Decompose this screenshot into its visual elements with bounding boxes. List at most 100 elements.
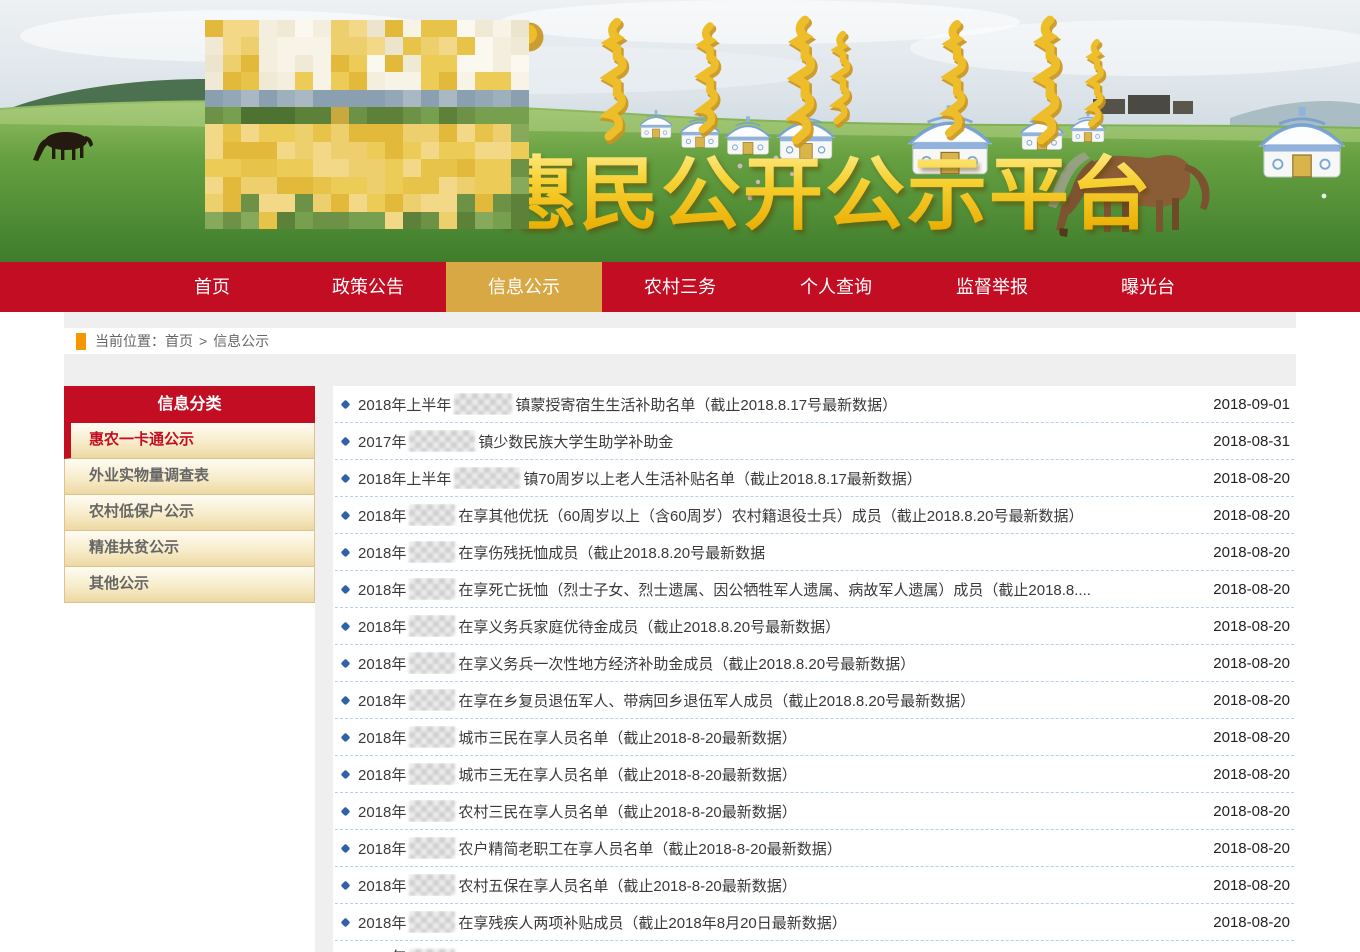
item-date: 2018-08-20	[1213, 507, 1294, 524]
item-title[interactable]: 2018年在享义务兵家庭优待金成员（截止2018.8.20号最新数据）	[358, 615, 1199, 637]
item-date: 2018-08-20	[1213, 766, 1294, 783]
bullet-icon	[341, 843, 351, 853]
breadcrumb: 当前位置： 首页 > 信息公示	[64, 328, 1296, 354]
list-item-13[interactable]: 2018年农户精简老职工在享人员名单（截止2018-8-20最新数据） 2018-…	[335, 830, 1294, 867]
redaction-blur	[454, 467, 520, 489]
bullet-icon	[341, 880, 351, 890]
redaction-blur	[409, 763, 455, 785]
list-item-14[interactable]: 2018年农村五保在享人员名单（截止2018-8-20最新数据） 2018-08-…	[335, 867, 1294, 904]
item-title[interactable]: 2018年城市三民在享人员名单（截止2018-8-20最新数据）	[358, 726, 1199, 748]
item-date: 2018-08-20	[1213, 544, 1294, 561]
breadcrumb-home-link[interactable]: 首页	[165, 331, 193, 351]
list-item-clipped[interactable]: 2018年	[335, 941, 1294, 952]
list-item-7[interactable]: 2018年在享义务兵家庭优待金成员（截止2018.8.20号最新数据） 2018-…	[335, 608, 1294, 645]
list-item-3[interactable]: 2018年上半年镇70周岁以上老人生活补贴名单（截止2018.8.17最新数据）…	[335, 460, 1294, 497]
redaction-blur	[409, 689, 455, 711]
item-title[interactable]: 2017年镇少数民族大学生助学补助金	[358, 430, 1199, 452]
sidebar-item-1[interactable]: 惠农一卡通公示	[64, 423, 315, 459]
bullet-icon	[341, 732, 351, 742]
item-title[interactable]: 2018年在享义务兵一次性地方经济补助金成员（截止2018.8.20号最新数据）	[358, 652, 1199, 674]
bullet-icon	[341, 510, 351, 520]
item-date: 2018-08-20	[1213, 692, 1294, 709]
sidebar-item-3[interactable]: 农村低保户公示	[64, 495, 315, 531]
banner-title: 惠民公开公示平台	[497, 130, 1153, 246]
item-date: 2018-08-20	[1213, 914, 1294, 931]
nav-item-5[interactable]: 个人查询	[758, 262, 914, 312]
item-title[interactable]: 2018年在享其他优抚（60周岁以上（含60周岁）农村籍退役士兵）成员（截止20…	[358, 504, 1199, 526]
bullet-icon	[341, 769, 351, 779]
bullet-icon	[341, 399, 351, 409]
redaction-blur	[409, 837, 455, 859]
redaction-blur	[409, 800, 455, 822]
announcement-list: 2018年上半年镇蒙授寄宿生生活补助名单（截止2018.8.17号最新数据） 20…	[333, 386, 1296, 952]
breadcrumb-label: 当前位置：	[95, 331, 165, 351]
bullet-icon	[341, 806, 351, 816]
item-title[interactable]: 2018年在享死亡抚恤（烈士子女、烈士遗属、因公牺牲军人遗属、病故军人遗属）成员…	[358, 578, 1199, 600]
redaction-blur	[409, 578, 455, 600]
item-date: 2018-08-20	[1213, 655, 1294, 672]
bullet-icon	[341, 547, 351, 557]
sidebar-item-2[interactable]: 外业实物量调查表	[64, 459, 315, 495]
list-item-11[interactable]: 2018年城市三无在享人员名单（截止2018-8-20最新数据） 2018-08-…	[335, 756, 1294, 793]
list-item-4[interactable]: 2018年在享其他优抚（60周岁以上（含60周岁）农村籍退役士兵）成员（截止20…	[335, 497, 1294, 534]
item-title[interactable]: 2018年上半年镇70周岁以上老人生活补贴名单（截止2018.8.17最新数据）	[358, 467, 1199, 489]
sidebar: 信息分类 惠农一卡通公示外业实物量调查表农村低保户公示精准扶贫公示其他公示	[64, 386, 315, 952]
redaction-blur	[409, 615, 455, 637]
nav-item-3[interactable]: 信息公示	[446, 262, 602, 312]
nav-item-6[interactable]: 监督举报	[914, 262, 1070, 312]
item-title[interactable]: 2018年在享残疾人两项补贴成员（截止2018年8月20日最新数据）	[358, 911, 1199, 933]
redaction-blur	[409, 911, 455, 933]
bullet-icon	[341, 917, 351, 927]
breadcrumb-current: 信息公示	[213, 331, 269, 351]
main-nav: 首页政策公告信息公示农村三务个人查询监督举报曝光台	[0, 262, 1360, 312]
sidebar-item-4[interactable]: 精准扶贫公示	[64, 531, 315, 567]
nav-item-4[interactable]: 农村三务	[602, 262, 758, 312]
list-item-8[interactable]: 2018年在享义务兵一次性地方经济补助金成员（截止2018.8.20号最新数据）…	[335, 645, 1294, 682]
page-body: 当前位置： 首页 > 信息公示 信息分类 惠农一卡通公示外业实物量调查表农村低保…	[64, 312, 1296, 952]
item-title[interactable]: 2018年农村五保在享人员名单（截止2018-8-20最新数据）	[358, 874, 1199, 896]
nav-item-1[interactable]: 首页	[134, 262, 290, 312]
bullet-icon	[341, 621, 351, 631]
sidebar-item-5[interactable]: 其他公示	[64, 567, 315, 603]
item-title[interactable]: 2018年在享在乡复员退伍军人、带病回乡退伍军人成员（截止2018.8.20号最…	[358, 689, 1199, 711]
item-title[interactable]: 2018年上半年镇蒙授寄宿生生活补助名单（截止2018.8.17号最新数据）	[358, 393, 1199, 415]
list-item-1[interactable]: 2018年上半年镇蒙授寄宿生生活补助名单（截止2018.8.17号最新数据）20…	[335, 386, 1294, 423]
nav-item-7[interactable]: 曝光台	[1070, 262, 1226, 312]
redaction-blur	[409, 874, 455, 896]
redaction-blur	[409, 726, 455, 748]
nav-item-2[interactable]: 政策公告	[290, 262, 446, 312]
item-title[interactable]: 2018年在享伤残抚恤成员（截止2018.8.20号最新数据	[358, 541, 1199, 563]
redaction-blur	[409, 652, 455, 674]
breadcrumb-marker-icon	[76, 333, 86, 350]
list-item-5[interactable]: 2018年在享伤残抚恤成员（截止2018.8.20号最新数据 2018-08-20	[335, 534, 1294, 571]
item-title[interactable]: 2018年城市三无在享人员名单（截止2018-8-20最新数据）	[358, 763, 1199, 785]
redaction-blur	[409, 504, 455, 526]
redaction-mosaic	[205, 20, 529, 229]
list-item-10[interactable]: 2018年城市三民在享人员名单（截止2018-8-20最新数据） 2018-08-…	[335, 719, 1294, 756]
bullet-icon	[341, 584, 351, 594]
list-item-9[interactable]: 2018年在享在乡复员退伍军人、带病回乡退伍军人成员（截止2018.8.20号最…	[335, 682, 1294, 719]
list-item-15[interactable]: 2018年在享残疾人两项补贴成员（截止2018年8月20日最新数据） 2018-0…	[335, 904, 1294, 941]
item-title[interactable]: 2018年农村三民在享人员名单（截止2018-8-20最新数据）	[358, 800, 1199, 822]
item-date: 2018-08-20	[1213, 581, 1294, 598]
item-date: 2018-08-31	[1213, 433, 1294, 450]
bullet-icon	[341, 695, 351, 705]
list-item-2[interactable]: 2017年镇少数民族大学生助学补助金 2018-08-31	[335, 423, 1294, 460]
item-title[interactable]: 2018年农户精简老职工在享人员名单（截止2018-8-20最新数据）	[358, 837, 1199, 859]
item-date: 2018-08-20	[1213, 470, 1294, 487]
sidebar-header: 信息分类	[64, 386, 315, 423]
item-date: 2018-08-20	[1213, 803, 1294, 820]
redaction-blur	[409, 541, 455, 563]
item-title[interactable]: 2018年	[358, 941, 1276, 952]
bullet-icon	[341, 658, 351, 668]
list-item-12[interactable]: 2018年农村三民在享人员名单（截止2018-8-20最新数据） 2018-08-…	[335, 793, 1294, 830]
banner: 惠民公开公示平台	[0, 0, 1360, 262]
item-date: 2018-08-20	[1213, 618, 1294, 635]
redaction-blur	[454, 393, 512, 415]
list-item-6[interactable]: 2018年在享死亡抚恤（烈士子女、烈士遗属、因公牺牲军人遗属、病故军人遗属）成员…	[335, 571, 1294, 608]
item-date: 2018-08-20	[1213, 840, 1294, 857]
redaction-blur	[409, 430, 475, 452]
item-date: 2018-08-20	[1213, 729, 1294, 746]
bullet-icon	[341, 473, 351, 483]
item-date: 2018-08-20	[1213, 877, 1294, 894]
